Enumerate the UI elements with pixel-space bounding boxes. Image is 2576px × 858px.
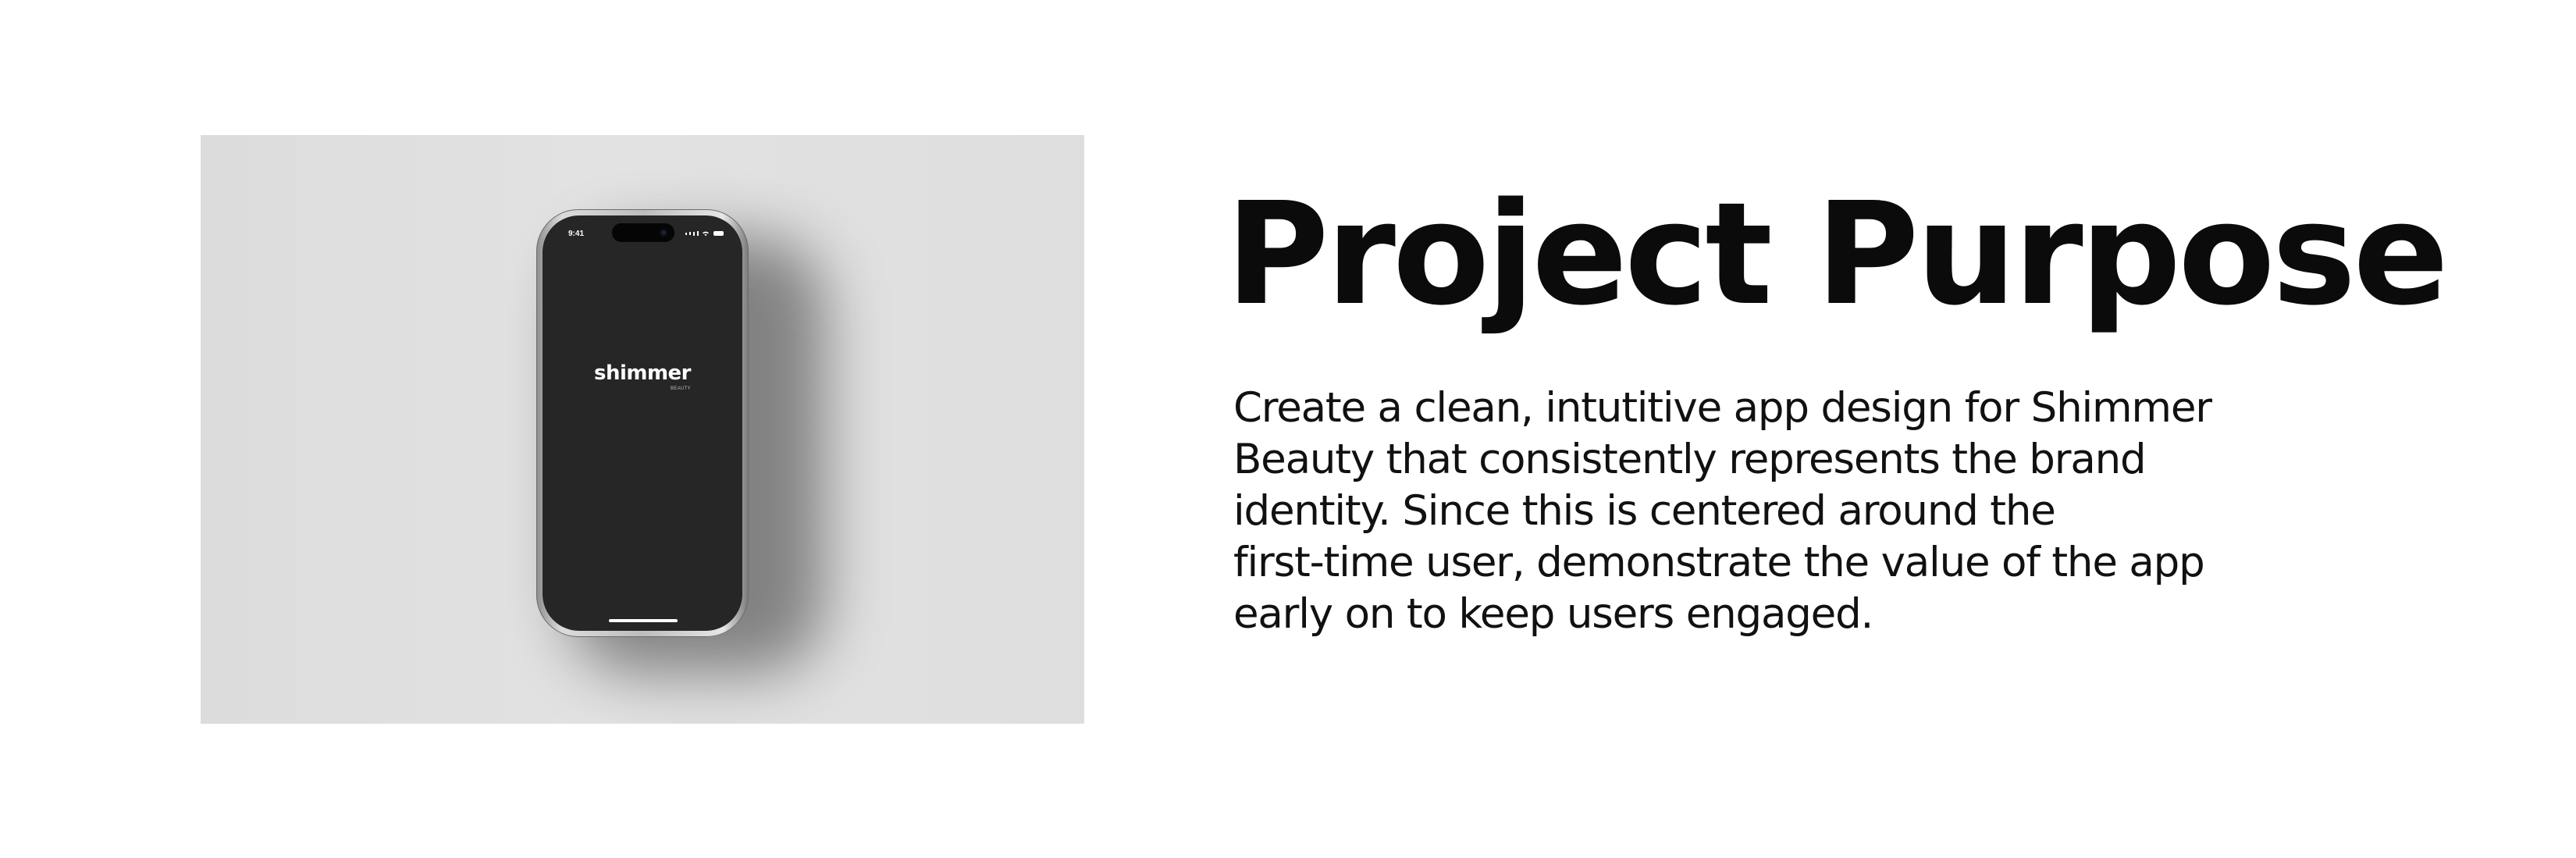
wifi-icon [703, 231, 709, 237]
camera-icon [660, 229, 667, 237]
phone-frame: 9:41 shimmer BEAUTY [536, 209, 749, 637]
description-line: Beauty that consistently represents the … [1233, 436, 2147, 483]
project-description: Create a clean, intutitive app design fo… [1233, 383, 2326, 640]
description-line: first-time user, demonstrate the value o… [1233, 539, 2205, 586]
cellular-signal-bar [697, 231, 699, 236]
status-time: 9:41 [568, 230, 585, 238]
cellular-signal-icon [685, 232, 687, 235]
status-icons [685, 230, 724, 237]
cellular-signal-bar [693, 231, 695, 236]
description-line: early on to keep users engaged. [1233, 590, 1873, 638]
dynamic-island [612, 223, 674, 242]
home-indicator [609, 619, 678, 622]
phone-mockup-image: 9:41 shimmer BEAUTY [201, 135, 1084, 724]
phone-screen: 9:41 shimmer BEAUTY [543, 215, 742, 631]
shimmer-logo-subtext: BEAUTY [671, 386, 691, 391]
battery-icon [713, 231, 724, 236]
description-line: Create a clean, intutitive app design fo… [1233, 384, 2212, 432]
description-line: identity. Since this is centered around … [1233, 487, 2056, 535]
shimmer-logo: shimmer [593, 361, 692, 385]
cellular-signal-bar [689, 232, 691, 235]
page-title: Project Purpose [1226, 172, 2449, 336]
